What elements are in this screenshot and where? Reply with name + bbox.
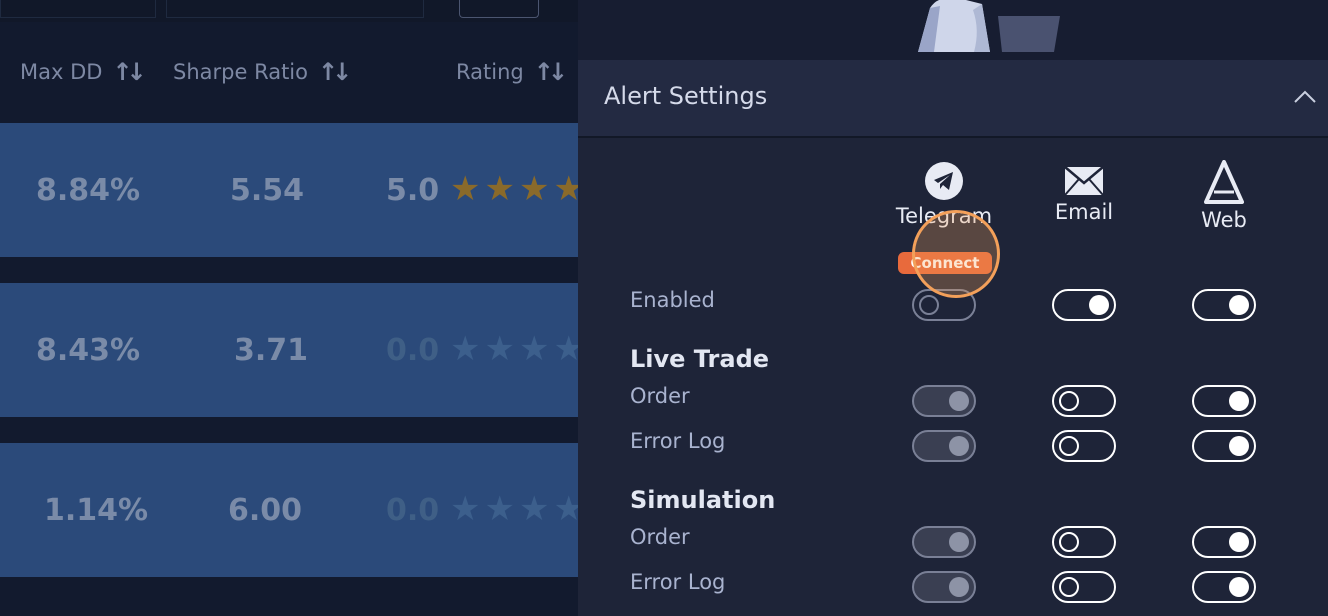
sharpe-value: 6.00 — [228, 493, 303, 528]
live-order-label: Order — [630, 384, 690, 408]
live-error-log-label: Error Log — [630, 429, 726, 453]
sim-error-log-label: Error Log — [630, 570, 726, 594]
email-sim-error-toggle[interactable] — [1052, 571, 1116, 603]
search-field[interactable] — [166, 0, 424, 18]
illustration — [578, 0, 1328, 60]
max-dd-value: 8.84% — [36, 173, 141, 208]
panel-title: Alert Settings — [604, 82, 768, 110]
table-row[interactable]: 8.84% 5.54 5.0 ★★★★ — [0, 123, 578, 257]
email-sim-order-toggle[interactable] — [1052, 526, 1116, 558]
web-live-error-toggle[interactable] — [1192, 430, 1256, 462]
panel-header[interactable]: Alert Settings — [578, 60, 1328, 138]
sort-icon[interactable]: ↑↓ — [534, 58, 568, 86]
email-enabled-toggle[interactable] — [1052, 289, 1116, 321]
web-live-order-toggle[interactable] — [1192, 385, 1256, 417]
filter-button[interactable] — [459, 0, 539, 18]
column-header-sharpe-ratio[interactable]: Sharpe Ratio ↑↓ — [173, 58, 352, 86]
star-rating-icon: ★★★★ — [450, 489, 578, 529]
column-header-rating[interactable]: Rating ↑↓ — [456, 58, 568, 86]
filter-bar — [0, 0, 578, 22]
column-header-max-dd[interactable]: Max DD ↑↓ — [20, 58, 147, 86]
alert-settings-panel: Alert Settings Telegram Email Web Enable… — [578, 0, 1328, 616]
sim-order-label: Order — [630, 525, 690, 549]
table-header: Max DD ↑↓ Sharpe Ratio ↑↓ Rating ↑↓ — [0, 22, 578, 123]
enabled-label: Enabled — [630, 288, 715, 312]
simulation-heading: Simulation — [630, 486, 776, 514]
table-row[interactable]: 1.14% 6.00 0.0 ★★★★ — [0, 443, 578, 577]
web-sim-order-toggle[interactable] — [1192, 526, 1256, 558]
person-illustration-icon — [918, 0, 1060, 52]
envelope-icon — [1064, 166, 1104, 196]
channel-email: Email — [1024, 166, 1144, 224]
table-row[interactable]: 8.43% 3.71 0.0 ★★★★ — [0, 283, 578, 417]
telegram-live-order-toggle[interactable] — [912, 385, 976, 417]
strategy-table: Max DD ↑↓ Sharpe Ratio ↑↓ Rating ↑↓ 8.84… — [0, 0, 578, 616]
chevron-up-icon[interactable] — [1294, 86, 1316, 108]
channel-web: Web — [1164, 160, 1284, 232]
filter-field[interactable] — [0, 0, 156, 18]
max-dd-value: 1.14% — [44, 493, 149, 528]
star-rating-icon: ★★★★ — [450, 169, 578, 209]
web-enabled-toggle[interactable] — [1192, 289, 1256, 321]
column-label: Rating — [456, 60, 524, 84]
email-live-order-toggle[interactable] — [1052, 385, 1116, 417]
email-live-error-toggle[interactable] — [1052, 430, 1116, 462]
star-rating-icon: ★★★★ — [450, 329, 578, 369]
web-sim-error-toggle[interactable] — [1192, 571, 1256, 603]
telegram-sim-order-toggle[interactable] — [912, 526, 976, 558]
live-trade-heading: Live Trade — [630, 345, 770, 373]
max-dd-value: 8.43% — [36, 333, 141, 368]
column-label: Sharpe Ratio — [173, 60, 308, 84]
telegram-icon — [925, 162, 963, 200]
rating-value: 5.0 — [386, 173, 440, 208]
sort-icon[interactable]: ↑↓ — [112, 58, 146, 86]
channel-label: Web — [1201, 208, 1247, 232]
channel-label: Email — [1054, 200, 1114, 224]
telegram-live-error-toggle[interactable] — [912, 430, 976, 462]
sharpe-value: 3.71 — [234, 333, 309, 368]
telegram-sim-error-toggle[interactable] — [912, 571, 976, 603]
web-logo-icon — [1204, 160, 1244, 204]
sort-icon[interactable]: ↑↓ — [318, 58, 352, 86]
rating-value: 0.0 — [386, 333, 440, 368]
sharpe-value: 5.54 — [230, 173, 305, 208]
click-highlight — [912, 210, 1000, 298]
column-label: Max DD — [20, 60, 103, 84]
rating-value: 0.0 — [386, 493, 440, 528]
